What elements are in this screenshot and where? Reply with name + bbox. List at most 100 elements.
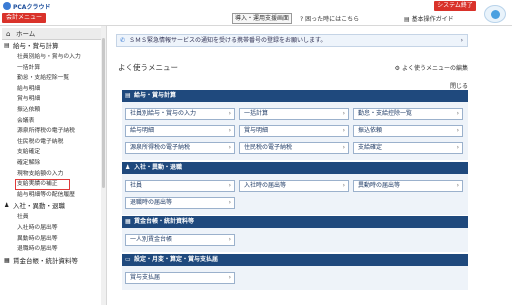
sidebar-item[interactable]: 一括計算 — [0, 63, 106, 74]
quick-button[interactable]: 給与明細 › — [125, 125, 235, 137]
list-icon: ▤ — [125, 92, 131, 99]
quick-button[interactable]: 異動時の届出等 › — [353, 180, 463, 192]
chevron-right-icon: › — [456, 110, 459, 117]
sidebar-section-payroll[interactable]: ▤ 給与・賞与計算 — [0, 40, 106, 52]
favorites-panel: よく使うメニュー ⚙ よく使うメニューの編集 閉じる ▤ 給与・賞与計算 社員別給… — [116, 60, 468, 298]
quick-button-label: 賞与支払届 — [130, 274, 161, 281]
sidebar-section-hiring[interactable]: ♟ 入社・異動・退職 — [0, 200, 106, 212]
quick-button[interactable]: 入社時の届出等 › — [239, 180, 349, 192]
main-content: ✆ ＳＭＳ緊急情報サービスの通知を受ける携帯番号の登録をお願いします。 › よく… — [108, 26, 512, 305]
sidebar-item-highlighted[interactable]: 支給実績の補正 — [15, 179, 70, 190]
logo: PCAクラウド — [3, 1, 50, 11]
book-icon: ▤ — [404, 16, 410, 23]
quick-button[interactable]: 一括計算 › — [239, 108, 349, 120]
sidebar-item[interactable]: 賞与明細 — [0, 94, 106, 105]
sidebar-item[interactable]: 現物支給額の入力 — [0, 169, 106, 180]
quick-button-label: 社員別給与・賞与の入力 — [130, 110, 197, 117]
help-link-label: 困った時にはこちら — [305, 16, 360, 23]
sidebar-item[interactable]: 源泉所得税の電子納税 — [0, 126, 106, 137]
quick-button-label: 給与明細 — [130, 127, 155, 134]
quick-button[interactable]: 退職時の届出等 › — [125, 197, 235, 209]
category-body: 社員 › 入社時の届出等 › 異動時の届出等 › 退職時の届出等 › — [122, 174, 468, 215]
chevron-right-icon: › — [228, 199, 231, 206]
sidebar-item[interactable]: 住民税の電子納税 — [0, 137, 106, 148]
favorites-title: よく使うメニュー — [118, 63, 178, 72]
sidebar-item[interactable]: 振込依頼 — [0, 105, 106, 116]
person-icon: ♟ — [125, 164, 131, 171]
avatar-icon — [491, 10, 500, 19]
sidebar-item[interactable]: 会議表 — [0, 116, 106, 127]
sidebar-item[interactable]: 支給確定 — [0, 147, 106, 158]
category-ledger: ▦ 賃金台帳・統計資料等 一人別賃金台帳 › — [122, 216, 468, 252]
logo-text: PCAクラウド — [13, 4, 51, 11]
sidebar-item[interactable]: 退職時の届出等 — [0, 244, 106, 255]
chevron-right-icon: › — [460, 37, 463, 44]
category-hiring: ♟ 入社・異動・退職 社員 › 入社時の届出等 › 異動時の届出等 › 退職時の届出等 › — [122, 162, 468, 215]
sidebar-item[interactable]: 給与明細 — [0, 84, 106, 95]
chevron-right-icon: › — [342, 110, 345, 117]
quick-button-label: 源泉所得税の電子納税 — [130, 144, 191, 151]
quick-button-label: 入社時の届出等 — [244, 182, 287, 189]
category-header: ♟ 入社・異動・退職 — [122, 162, 468, 174]
category-title: 給与・賞与計算 — [134, 92, 177, 99]
avatar[interactable] — [484, 5, 506, 23]
sidebar-item[interactable]: 確定解除 — [0, 158, 106, 169]
chevron-right-icon: › — [228, 182, 231, 189]
sidebar-item[interactable]: 社員別給与・賞与の入力 — [0, 52, 106, 63]
top-header: PCAクラウド 会計メニュー 導入・運用支援画面 ? 困った時にはこちら ▤ 基… — [0, 0, 512, 26]
scrollbar-thumb[interactable] — [102, 38, 105, 188]
chevron-right-icon: › — [342, 127, 345, 134]
document-icon: ▭ — [125, 256, 131, 263]
sidebar-section-ledger[interactable]: ▦ 賃金台帳・統計資料等 — [0, 255, 106, 267]
chevron-right-icon: › — [228, 274, 231, 281]
sidebar-item[interactable]: 社員 — [0, 212, 106, 223]
gear-icon: ⚙ — [394, 65, 401, 72]
edit-link-label: よく使うメニューの編集 — [401, 65, 468, 72]
section-label: 賃金台帳・統計資料等 — [13, 256, 78, 265]
quick-button[interactable]: 社員別給与・賞与の入力 › — [125, 108, 235, 120]
system-exit-button[interactable]: システム終了 — [434, 1, 476, 11]
sidebar-item[interactable]: 異動時の届出等 — [0, 234, 106, 245]
quick-button-label: 異動時の届出等 — [358, 182, 401, 189]
category-title: 賃金台帳・統計資料等 — [134, 218, 195, 225]
sidebar-item[interactable]: 入社時の届出等 — [0, 223, 106, 234]
quick-button-label: 一括計算 — [244, 110, 269, 117]
quick-button[interactable]: 賞与明細 › — [239, 125, 349, 137]
sms-notice-banner[interactable]: ✆ ＳＭＳ緊急情報サービスの通知を受ける携帯番号の登録をお願いします。 › — [116, 34, 468, 47]
help-link[interactable]: ? 困った時にはこちら — [300, 14, 359, 23]
accounting-menu-button[interactable]: 会計メニュー — [2, 13, 46, 23]
chevron-right-icon: › — [228, 110, 231, 117]
category-body: 社員別給与・賞与の入力 › 一括計算 › 勤怠・支給控除一覧 › 給与明細 › 賞与明細… — [122, 102, 468, 160]
intro-support-button[interactable]: 導入・運用支援画面 — [232, 13, 292, 24]
quick-button[interactable]: 一人別賃金台帳 › — [125, 234, 235, 246]
quick-button[interactable]: 賞与支払届 › — [125, 272, 235, 284]
chevron-right-icon: › — [456, 182, 459, 189]
sidebar-scrollbar[interactable] — [101, 26, 106, 305]
quick-button[interactable]: 社員 › — [125, 180, 235, 192]
edit-favorites-link[interactable]: ⚙ よく使うメニューの編集 — [395, 63, 468, 72]
quick-button[interactable]: 支給確定 › — [353, 142, 463, 154]
category-title: 設定・月変・算定・賞与支払届 — [134, 256, 219, 263]
category-title: 入社・異動・退職 — [134, 164, 183, 171]
quick-button[interactable]: 住民税の電子納税 › — [239, 142, 349, 154]
chevron-right-icon: › — [342, 182, 345, 189]
section-label: 入社・異動・退職 — [13, 202, 65, 211]
quick-button[interactable]: 勤怠・支給控除一覧 › — [353, 108, 463, 120]
quick-button-label: 賞与明細 — [244, 127, 269, 134]
sidebar-home[interactable]: ⌂ ホーム — [2, 28, 104, 40]
quick-button[interactable]: 振込依頼 › — [353, 125, 463, 137]
guide-link-label: 基本操作ガイド — [411, 16, 454, 23]
sidebar-item[interactable]: 給与明細等の配信履歴 — [0, 190, 106, 201]
section-label: 給与・賞与計算 — [13, 42, 59, 50]
quick-button-label: 支給確定 — [358, 144, 383, 151]
sidebar-home-label: ホーム — [16, 30, 36, 38]
sidebar-item[interactable]: 勤怠・支給控除一覧 — [0, 73, 106, 84]
basic-guide-link[interactable]: ▤ 基本操作ガイド — [404, 14, 454, 23]
chevron-right-icon: › — [456, 144, 459, 151]
chevron-right-icon: › — [228, 236, 231, 243]
category-settings: ▭ 設定・月変・算定・賞与支払届 賞与支払届 › — [122, 254, 468, 290]
person-icon: ♟ — [4, 202, 10, 210]
close-link[interactable]: 閉じる — [450, 81, 468, 90]
category-header: ▤ 給与・賞与計算 — [122, 90, 468, 102]
quick-button[interactable]: 源泉所得税の電子納税 › — [125, 142, 235, 154]
